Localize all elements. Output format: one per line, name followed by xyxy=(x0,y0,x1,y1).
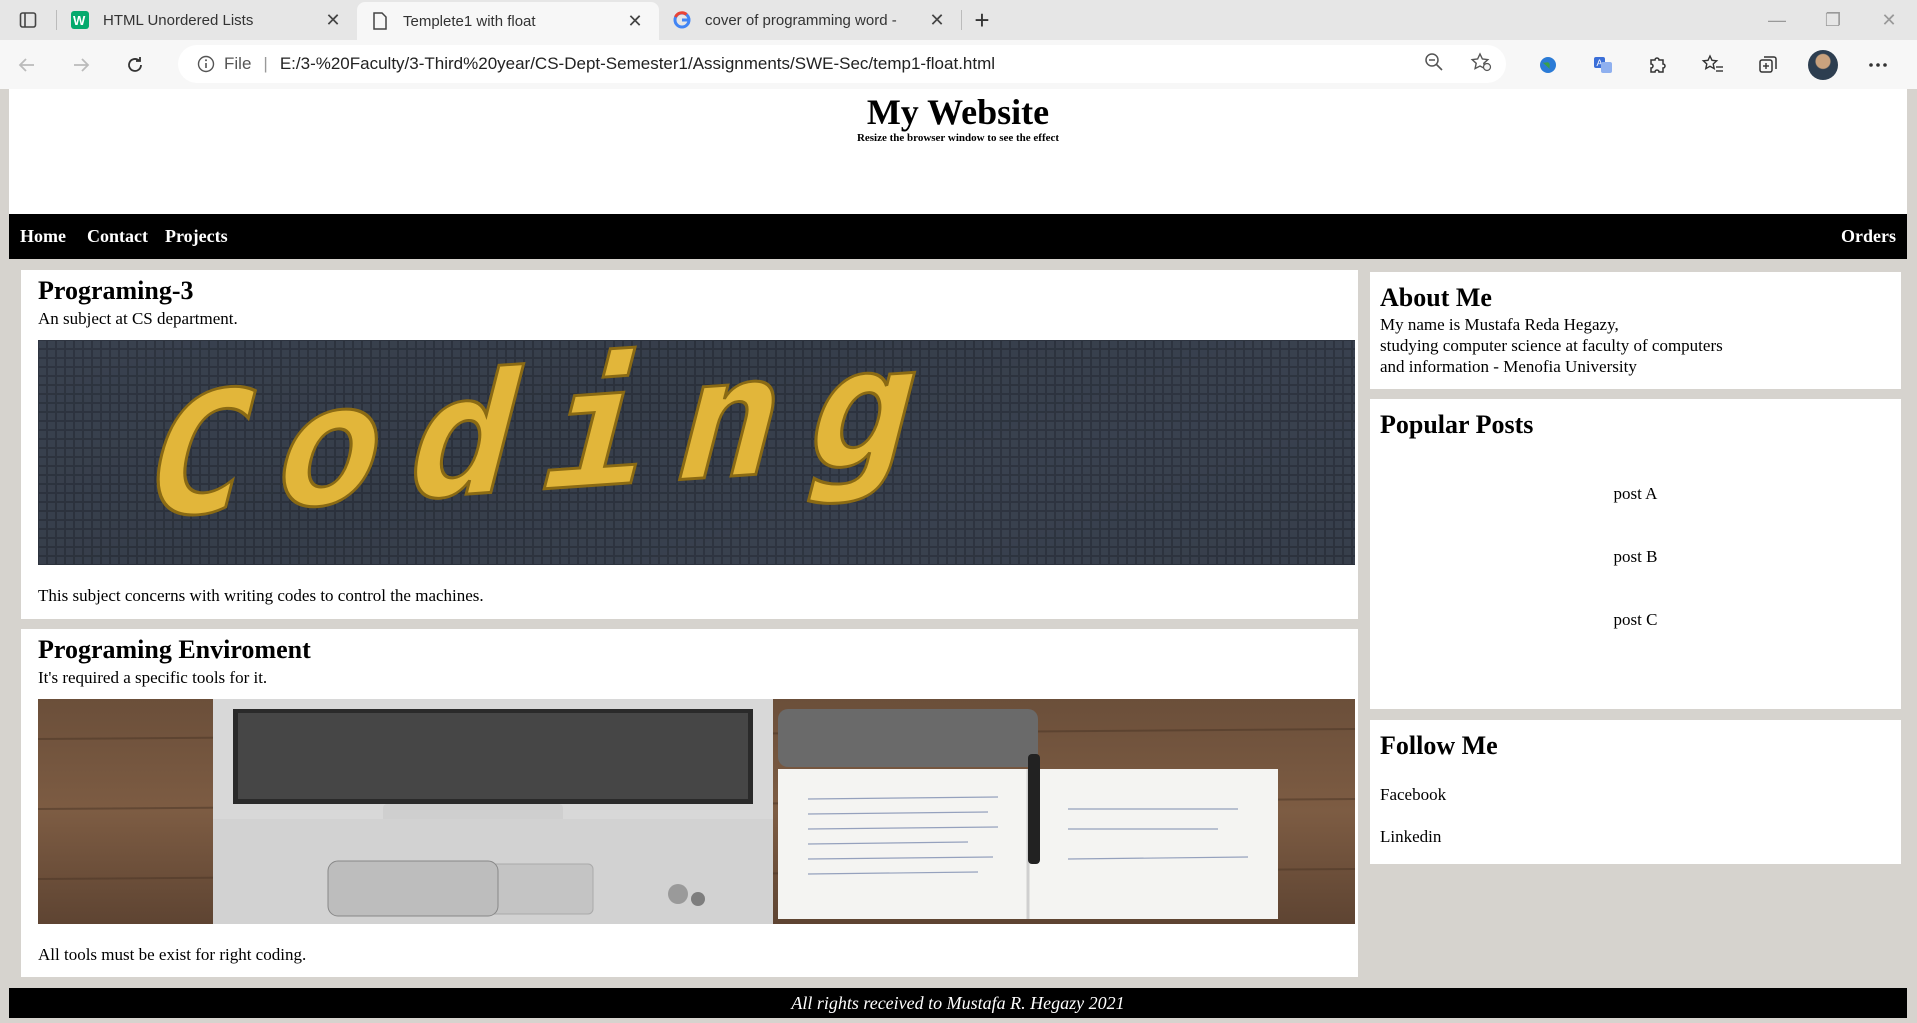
post-item[interactable]: post A xyxy=(1370,483,1901,504)
minimize-icon[interactable]: — xyxy=(1749,0,1805,40)
page-icon xyxy=(371,12,389,30)
top-navigation: Home Contact Projects Orders xyxy=(9,214,1907,259)
workspace-image xyxy=(38,699,1355,924)
facebook-link[interactable]: Facebook xyxy=(1380,784,1446,805)
url-text: E:/3-%20Faculty/3-Third%20year/CS-Dept-S… xyxy=(279,54,996,73)
close-window-icon[interactable]: ✕ xyxy=(1861,0,1917,40)
article-card: Programing-3 An subject at CS department… xyxy=(21,270,1358,619)
site-footer: All rights received to Mustafa R. Hegazy… xyxy=(9,988,1907,1018)
tab-title: HTML Unordered Lists xyxy=(103,11,254,29)
protocol-label: File xyxy=(224,54,252,73)
about-line: studying computer science at faculty of … xyxy=(1380,336,1723,355)
article-intro: An subject at CS department. xyxy=(38,309,238,328)
tab-templete1-with-float[interactable]: Templete1 with float ✕ xyxy=(357,2,659,40)
zoom-out-icon[interactable] xyxy=(1424,52,1444,77)
linkedin-link[interactable]: Linkedin xyxy=(1380,826,1441,847)
site-title: My Website xyxy=(866,92,1050,132)
popular-posts-title: Popular Posts xyxy=(1380,410,1534,439)
url-field[interactable]: File | E:/3-%20Faculty/3-Third%20year/CS… xyxy=(178,45,1506,83)
omnibox-actions xyxy=(1424,45,1492,83)
nav-link-orders[interactable]: Orders xyxy=(1841,214,1896,259)
about-me-title: About Me xyxy=(1380,283,1492,312)
collections-icon[interactable] xyxy=(1740,40,1795,89)
add-favorite-icon[interactable] xyxy=(1470,51,1492,77)
info-icon[interactable] xyxy=(196,54,216,74)
post-item[interactable]: post C xyxy=(1370,609,1901,630)
address-bar-row: File | E:/3-%20Faculty/3-Third%20year/CS… xyxy=(0,40,1917,89)
web-page: My Website Resize the browser window to … xyxy=(9,89,1907,1023)
popular-posts-card: Popular Posts post A post B post C xyxy=(1370,399,1901,709)
close-tab-icon[interactable]: ✕ xyxy=(625,11,645,31)
tab-title: Templete1 with float xyxy=(403,12,536,30)
article-card: Programing Enviroment It's required a sp… xyxy=(21,629,1358,977)
tab-actions-icon[interactable] xyxy=(0,0,56,40)
tab-title: cover of programming word - xyxy=(705,11,897,29)
svg-text:W: W xyxy=(73,13,86,28)
back-icon[interactable] xyxy=(0,40,54,89)
close-tab-icon[interactable]: ✕ xyxy=(927,10,947,30)
article-title: Programing Enviroment xyxy=(38,635,311,664)
favorites-icon[interactable] xyxy=(1685,40,1740,89)
browser-toolbar: A xyxy=(1520,40,1905,89)
profile-avatar[interactable] xyxy=(1795,40,1850,89)
article-body: This subject concerns with writing codes… xyxy=(38,586,484,605)
tab-strip: W HTML Unordered Lists ✕ Templete1 with … xyxy=(0,0,1917,40)
avatar xyxy=(1807,49,1838,80)
close-tab-icon[interactable]: ✕ xyxy=(323,10,343,30)
window-controls: — ❐ ✕ xyxy=(1749,0,1917,40)
article-body: All tools must be exist for right coding… xyxy=(38,945,307,964)
extension-globe-icon[interactable] xyxy=(1520,40,1575,89)
post-item[interactable]: post B xyxy=(1370,546,1901,567)
refresh-icon[interactable] xyxy=(108,40,162,89)
nav-link-contact[interactable]: Contact xyxy=(87,214,148,259)
tab-cover-of-programming-word[interactable]: cover of programming word - ✕ xyxy=(659,0,961,40)
about-line: and information - Menofia University xyxy=(1380,357,1637,376)
tab-html-unordered-lists[interactable]: W HTML Unordered Lists ✕ xyxy=(57,0,357,40)
nav-link-home[interactable]: Home xyxy=(20,214,66,259)
article-title: Programing-3 xyxy=(38,276,194,305)
about-line: My name is Mustafa Reda Hegazy, xyxy=(1380,315,1619,334)
more-options-icon[interactable] xyxy=(1850,40,1905,89)
site-subtitle: Resize the browser window to see the eff… xyxy=(856,132,1060,144)
nav-link-projects[interactable]: Projects xyxy=(165,214,228,259)
restore-icon[interactable]: ❐ xyxy=(1805,0,1861,40)
coding-image: Coding xyxy=(38,340,1355,565)
follow-me-card: Follow Me Facebook Linkedin xyxy=(1370,720,1901,864)
forward-icon[interactable] xyxy=(54,40,108,89)
follow-me-title: Follow Me xyxy=(1380,731,1498,760)
w3schools-icon: W xyxy=(71,11,89,29)
google-icon xyxy=(673,11,691,29)
site-header: My Website Resize the browser window to … xyxy=(9,89,1907,214)
url-divider: | xyxy=(263,54,268,73)
new-tab-button[interactable]: + xyxy=(962,0,1002,40)
article-intro: It's required a specific tools for it. xyxy=(38,668,268,687)
translate-icon[interactable]: A xyxy=(1575,40,1630,89)
extensions-puzzle-icon[interactable] xyxy=(1630,40,1685,89)
about-me-card: About Me My name is Mustafa Reda Hegazy,… xyxy=(1370,272,1901,389)
